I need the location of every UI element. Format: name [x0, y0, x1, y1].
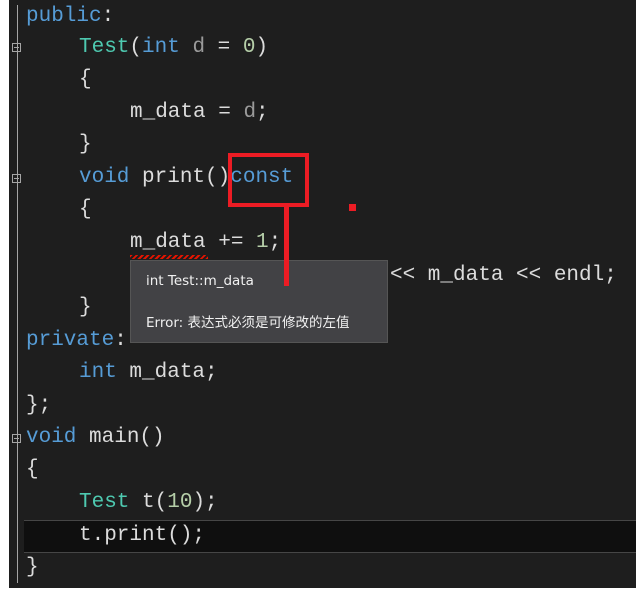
- identifier: print(): [129, 166, 231, 189]
- punct: =: [205, 101, 244, 124]
- param: d: [243, 101, 257, 124]
- code-line: {: [79, 68, 92, 91]
- identifier: main(): [76, 426, 165, 449]
- code-line: private:: [26, 325, 127, 357]
- keyword: int: [142, 36, 180, 59]
- punct: );: [192, 491, 218, 514]
- keyword: private: [26, 329, 115, 352]
- collapse-icon[interactable]: [12, 43, 21, 52]
- code-line: };: [26, 394, 52, 417]
- code-line: t.print();: [79, 524, 206, 547]
- keyword: void: [79, 166, 130, 189]
- keyword: int: [79, 361, 117, 384]
- punct: (: [129, 36, 143, 59]
- punct: =: [205, 36, 243, 59]
- punct: t(: [129, 491, 168, 514]
- outline-guide: [17, 455, 18, 583]
- code-line: int m_data;: [79, 357, 218, 389]
- identifier: Test: [79, 36, 130, 59]
- tooltip-error: Error: 表达式必须是可修改的左值: [146, 315, 350, 331]
- outline-guide: [17, 5, 18, 490]
- code-line: }: [79, 296, 92, 319]
- param: d: [179, 36, 206, 59]
- collapse-icon[interactable]: [12, 434, 21, 443]
- punct: +=: [205, 231, 257, 254]
- code-line: Test(int d = 0): [79, 32, 268, 64]
- identifier: m_data;: [116, 361, 218, 384]
- code-line: {: [26, 458, 39, 481]
- error-tooltip: int Test::m_data Error: 表达式必须是可修改的左值: [130, 260, 388, 343]
- code-line: public:: [26, 1, 114, 33]
- code-line: Test t(10);: [79, 487, 218, 519]
- keyword: public: [26, 5, 102, 28]
- number: 0: [242, 36, 256, 59]
- code-line: m_data = d;: [130, 97, 269, 129]
- tooltip-symbol: int Test::m_data: [146, 273, 254, 289]
- type: Test: [79, 491, 130, 514]
- punct: :: [101, 5, 115, 28]
- punct: ): [255, 36, 269, 59]
- number: 1: [256, 231, 269, 254]
- collapse-icon[interactable]: [12, 174, 21, 183]
- identifier: m_data: [130, 231, 206, 254]
- number: 10: [167, 491, 193, 514]
- annotation-box: [228, 153, 309, 207]
- punct: ;: [256, 101, 269, 124]
- code-line: {: [79, 198, 92, 221]
- annotation-dot: [349, 204, 356, 211]
- punct: :: [114, 329, 127, 352]
- punct: ;: [268, 231, 282, 254]
- annotation-line: [284, 205, 289, 286]
- keyword: void: [26, 426, 77, 449]
- code-line: void main(): [26, 422, 165, 454]
- code-line: << m_data << endl;: [390, 264, 617, 287]
- code-line: }: [79, 133, 92, 156]
- error-squiggle: [130, 255, 208, 259]
- identifier: m_data: [130, 101, 206, 124]
- code-line: }: [26, 556, 39, 579]
